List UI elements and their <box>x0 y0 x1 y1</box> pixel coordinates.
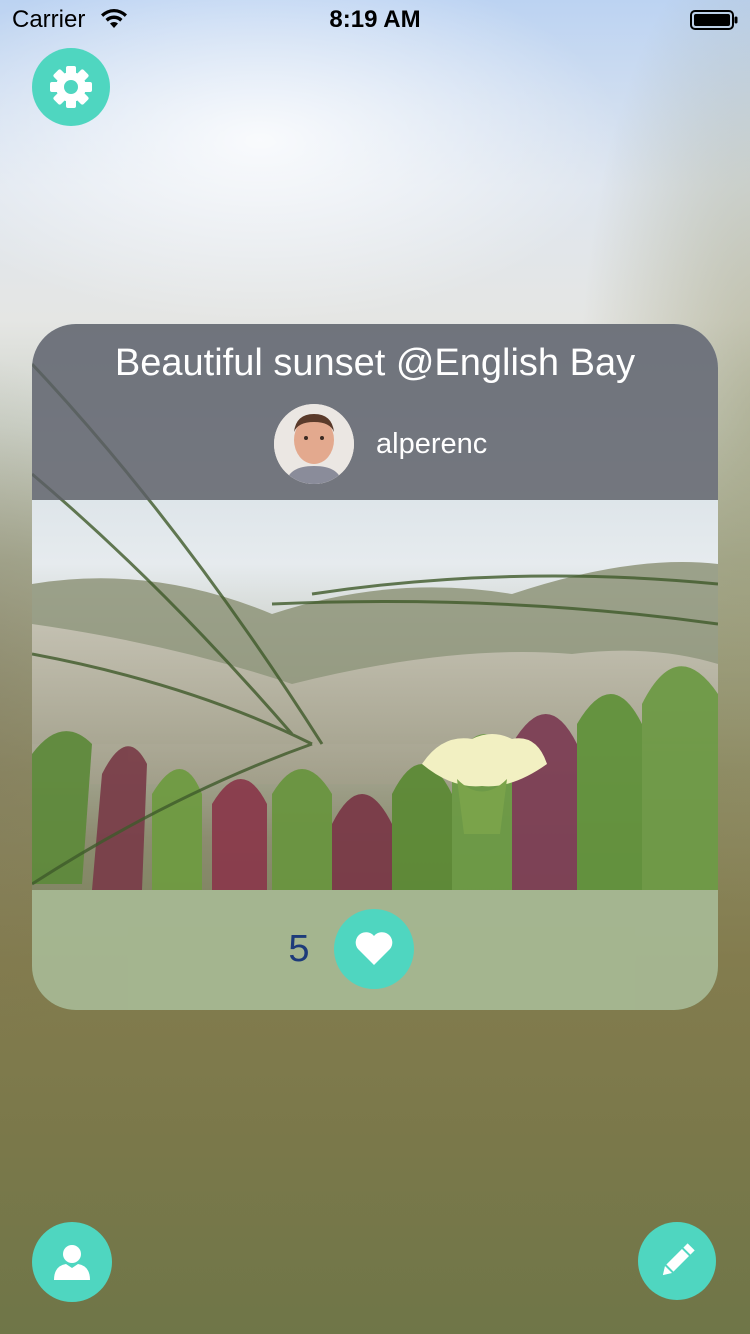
profile-button[interactable] <box>32 1222 112 1302</box>
status-bar: Carrier 8:19 AM <box>0 0 750 40</box>
author-name[interactable]: alperenc <box>376 428 487 461</box>
post-card[interactable]: Beautiful sunset @English Bay alperenc 5 <box>32 324 718 1010</box>
like-button[interactable] <box>334 909 414 989</box>
avatar[interactable] <box>274 404 354 484</box>
battery-icon <box>690 10 738 30</box>
compose-button[interactable] <box>638 1222 716 1300</box>
person-icon <box>54 1245 90 1280</box>
settings-button[interactable] <box>32 48 110 126</box>
post-footer: 5 <box>32 890 718 1010</box>
heart-icon <box>355 932 393 965</box>
status-time: 8:19 AM <box>329 6 421 33</box>
avatar-image <box>274 404 354 484</box>
post-title: Beautiful sunset @English Bay <box>114 342 636 384</box>
like-count: 5 <box>288 928 310 970</box>
gear-icon <box>50 66 92 108</box>
pencil-icon <box>662 1243 695 1276</box>
post-header: Beautiful sunset @English Bay alperenc <box>32 324 718 500</box>
